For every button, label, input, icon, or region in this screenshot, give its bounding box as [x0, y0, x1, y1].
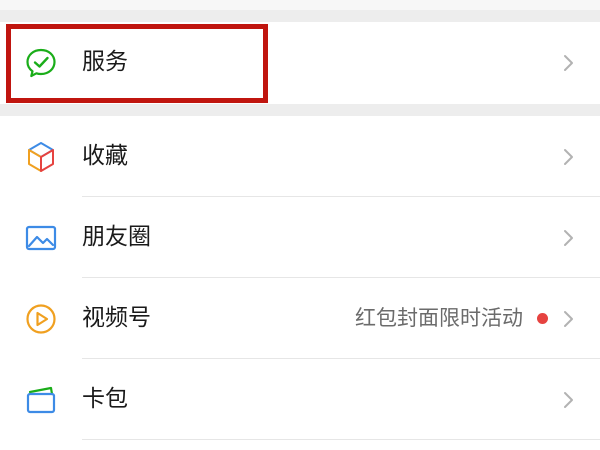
chevron-right-icon [560, 390, 578, 410]
moments-picture-icon [24, 221, 58, 255]
main-section: 收藏 朋友圈 视频号 红包封面限时活动 卡包 [0, 116, 600, 450]
row-divider [82, 439, 600, 440]
red-dot-badge [537, 313, 548, 324]
menu-item-service[interactable]: 服务 [0, 22, 600, 103]
service-label: 服务 [82, 49, 128, 75]
menu-item-cards[interactable]: 卡包 [0, 359, 600, 440]
promo-text: 红包封面限时活动 [355, 306, 523, 330]
card-wallet-icon [24, 383, 58, 417]
favorites-label: 收藏 [82, 143, 128, 169]
favorites-cube-icon [24, 140, 58, 174]
menu-item-moments[interactable]: 朋友圈 [0, 197, 600, 278]
menu-item-favorites[interactable]: 收藏 [0, 116, 600, 197]
chevron-right-icon [560, 228, 578, 248]
cards-label: 卡包 [82, 386, 128, 412]
menu-item-channels[interactable]: 视频号 红包封面限时活动 [0, 278, 600, 359]
service-chat-check-icon [24, 46, 58, 80]
chevron-right-icon [560, 147, 578, 167]
channels-play-icon [24, 302, 58, 336]
service-section: 服务 [0, 22, 600, 104]
chevron-right-icon [560, 53, 578, 73]
top-strip [0, 0, 600, 10]
chevron-right-icon [560, 309, 578, 329]
channels-label: 视频号 [82, 305, 151, 331]
moments-label: 朋友圈 [82, 224, 151, 250]
